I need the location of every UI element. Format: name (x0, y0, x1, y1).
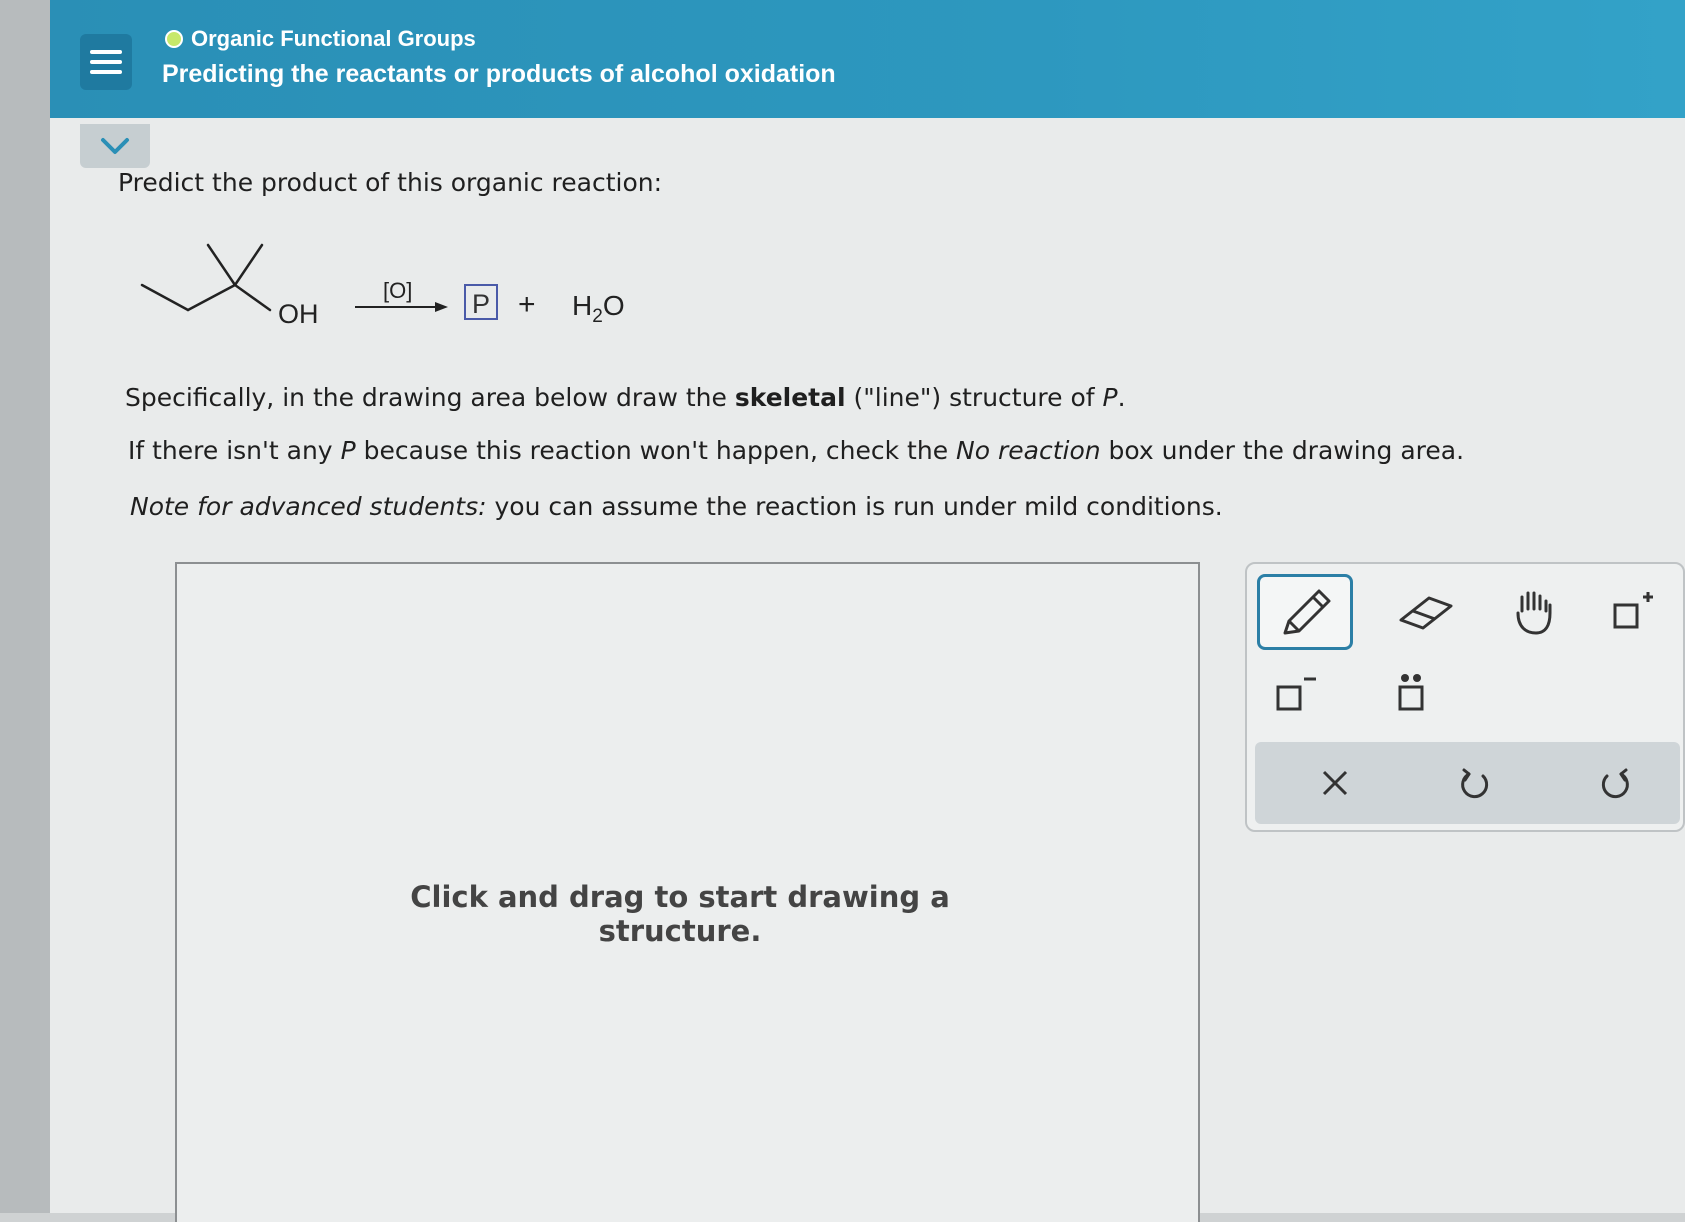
undo-button[interactable] (1425, 742, 1525, 824)
water-h: H (572, 290, 592, 321)
clear-button[interactable] (1285, 742, 1385, 824)
lone-pair-tool-button[interactable] (1377, 664, 1447, 724)
left-margin (0, 0, 50, 1213)
plus-sign: + (518, 288, 536, 321)
status-dot-icon (165, 30, 183, 48)
eraser-icon (1399, 596, 1453, 630)
instruction-line-3: Note for advanced students: you can assu… (130, 492, 1223, 521)
drawing-toolbar (1245, 562, 1685, 832)
collapse-button[interactable] (80, 124, 150, 168)
positive-charge-tool-button[interactable] (1592, 574, 1672, 650)
reagent-label: [O] (383, 278, 412, 303)
text-part: Specifically, in the drawing area below … (125, 383, 735, 412)
menu-icon-bar (90, 60, 122, 64)
text-part: . (1117, 383, 1126, 412)
redo-icon (1601, 768, 1629, 799)
instruction-line-1: Specifically, in the drawing area below … (125, 383, 1126, 412)
action-bar (1255, 742, 1680, 824)
lesson-title: Predicting the reactants or products of … (162, 60, 836, 88)
menu-button[interactable] (80, 34, 132, 90)
reactant-skeleton (140, 243, 272, 312)
pencil-icon (1283, 589, 1331, 635)
clear-icon (1322, 770, 1348, 796)
negative-charge-tool-button[interactable] (1267, 664, 1327, 724)
hand-tool-button[interactable] (1487, 574, 1583, 650)
add-lone-pair-icon (1398, 674, 1424, 711)
emphasis-p: P (1102, 383, 1118, 412)
header-bar (50, 0, 1685, 118)
emphasis-p: P (340, 436, 356, 465)
water-subscript: 2 (592, 306, 603, 327)
pencil-tool-button[interactable] (1257, 574, 1353, 650)
emphasis-no-reaction: No reaction (956, 436, 1101, 465)
water-formula: H2O (572, 290, 625, 327)
emphasis-advanced: Note for advanced students: (130, 492, 487, 521)
hydroxyl-label: OH (278, 299, 319, 329)
water-o: O (603, 290, 625, 321)
redo-button[interactable] (1565, 742, 1665, 824)
emphasis-skeletal: skeletal (734, 383, 846, 412)
menu-icon-bar (90, 50, 122, 54)
topic-label: Organic Functional Groups (191, 26, 476, 51)
eraser-tool-button[interactable] (1377, 574, 1473, 650)
text-part: box under the drawing area. (1100, 436, 1465, 465)
hand-icon (1516, 591, 1552, 635)
topic-row: Organic Functional Groups (165, 26, 476, 52)
chevron-down-icon (101, 138, 129, 154)
question-prompt: Predict the product of this organic reac… (118, 168, 663, 197)
instruction-line-2: If there isn't any P because this reacti… (128, 436, 1464, 465)
add-positive-charge-icon (1613, 592, 1653, 629)
text-part: ("line") structure of (845, 383, 1103, 412)
product-label: P (472, 289, 490, 319)
text-part: you can assume the reaction is run under… (486, 492, 1223, 521)
add-negative-charge-icon (1276, 677, 1316, 711)
text-part: If there isn't any (128, 436, 341, 465)
drawing-hint: Click and drag to start drawing a struct… (410, 880, 950, 948)
reaction-scheme: OH [O] P + H2O (130, 230, 750, 360)
reaction-arrow (355, 302, 448, 312)
text-part: because this reaction won't happen, chec… (355, 436, 957, 465)
undo-icon (1461, 768, 1489, 799)
menu-icon-bar (90, 70, 122, 74)
